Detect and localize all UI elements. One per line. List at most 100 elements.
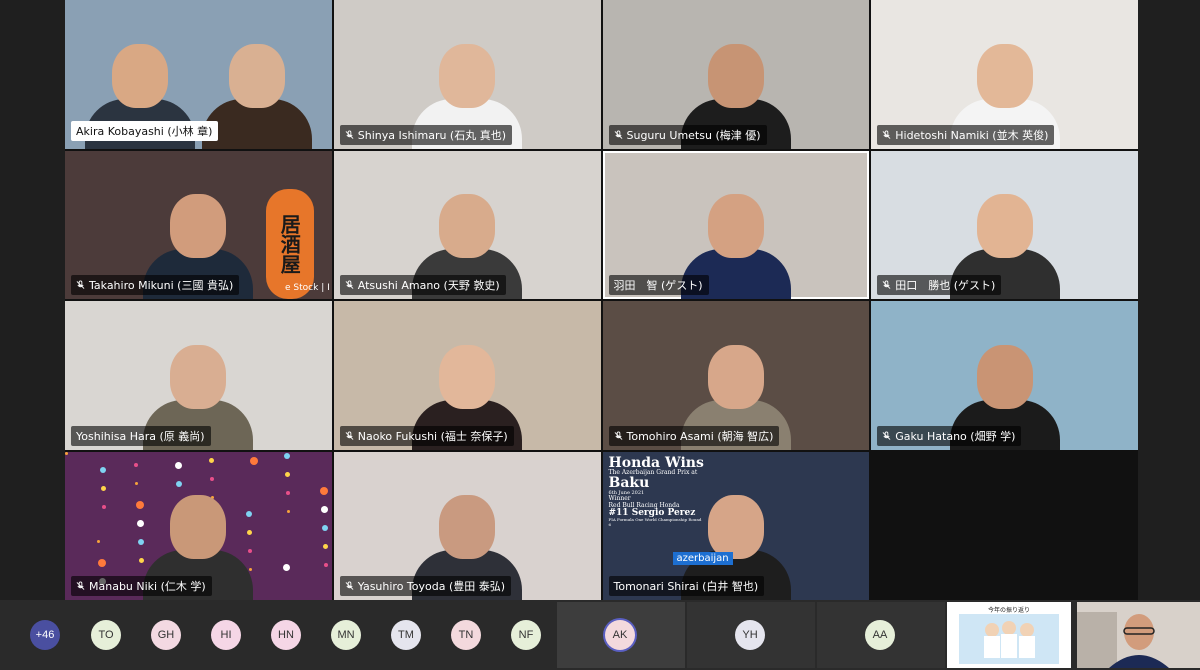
participant-avatar-chip[interactable]: AK — [605, 620, 635, 650]
confetti-dot — [97, 539, 100, 543]
participant-name: Atsushi Amano (天野 敦史) — [357, 279, 500, 292]
participant-name: Takahiro Mikuni (三國 貴弘) — [89, 279, 234, 292]
confetti-dot — [210, 476, 214, 481]
participant-head — [170, 194, 227, 258]
video-tile[interactable]: 田口 勝也 (ゲスト) — [871, 150, 1138, 299]
confetti-dot — [284, 452, 290, 459]
participant-overflow-count[interactable]: +46 — [30, 620, 60, 650]
participant-head — [976, 194, 1033, 258]
participant-name: Yoshihisa Hara (原 義尚) — [76, 429, 205, 443]
participant-name-label: Naoko Fukushi (福士 奈保子) — [339, 425, 514, 446]
video-tile[interactable]: 羽田 智 (ゲスト) — [602, 150, 870, 299]
video-tile[interactable]: Tomonari Shirai (白井 智也) Honda Wins The Aze… — [602, 451, 870, 600]
mic-muted-icon — [882, 280, 891, 289]
video-tile[interactable]: Naoko Fukushi (福士 奈保子) — [333, 301, 601, 450]
confetti-dot — [101, 485, 106, 491]
participant-name: 羽田 智 (ゲスト) — [613, 279, 703, 292]
video-tile[interactable]: Akira Kobayashi (小林 章) — [65, 0, 332, 149]
confetti-dot — [321, 505, 328, 513]
participant-avatar-chip[interactable]: TM — [391, 620, 421, 650]
confetti-dot — [209, 457, 214, 463]
participant-head — [170, 344, 227, 409]
honda-title: Honda Wins — [608, 454, 704, 471]
participant-head — [707, 344, 764, 409]
participant-name-label: Manabu Niki (仁木 学) — [71, 576, 212, 596]
participant-avatar-chip[interactable]: AA — [865, 620, 895, 650]
mic-muted-icon — [76, 280, 85, 289]
participant-name-label: 田口 勝也 (ゲスト) — [877, 275, 1002, 295]
mic-muted-icon — [345, 130, 354, 139]
video-tile[interactable]: Manabu Niki (仁木 学) — [65, 451, 332, 600]
confetti-dot — [135, 481, 138, 485]
video-tile[interactable]: Gaku Hatano (畑野 学) — [871, 301, 1138, 450]
participant-avatar-chip[interactable]: GH — [151, 620, 181, 650]
video-tile[interactable]: Hidetoshi Namiki (並木 英俊) — [871, 0, 1138, 149]
shared-screen-thumbnail[interactable]: 今年の振り返り — [947, 602, 1071, 668]
participant-name-label: Suguru Umetsu (梅津 優) — [608, 124, 767, 145]
participant-head — [229, 43, 286, 108]
video-tile[interactable]: Yoshihisa Hara (原 義尚) — [65, 301, 332, 450]
video-tile[interactable]: Suguru Umetsu (梅津 優) — [602, 0, 870, 149]
participant-avatar-chip[interactable]: YH — [735, 620, 765, 650]
participant-name: Suguru Umetsu (梅津 優) — [626, 128, 761, 142]
participant-head — [439, 194, 496, 258]
participant-head — [707, 495, 764, 559]
participant-name: Manabu Niki (仁木 学) — [89, 580, 206, 593]
self-view-thumbnail[interactable] — [1077, 602, 1200, 668]
confetti-dot — [286, 490, 290, 495]
mic-muted-icon — [614, 130, 622, 139]
participant-name: Shinya Ishimaru (石丸 真也) — [357, 128, 507, 142]
participant-head — [976, 344, 1033, 409]
confetti-dot — [320, 486, 328, 495]
confetti-dot — [176, 480, 182, 487]
participant-name-label: Tomonari Shirai (白井 智也) — [608, 576, 765, 596]
confetti-dot — [283, 563, 290, 571]
participant-name-label: Tomohiro Asami (朝海 智広) — [608, 425, 780, 446]
mic-muted-icon — [882, 431, 891, 440]
participant-name: Gaku Hatano (畑野 学) — [895, 429, 1016, 443]
video-tile[interactable]: Tomohiro Asami (朝海 智広) — [602, 301, 870, 450]
participant-avatar-chip[interactable]: HN — [271, 620, 301, 650]
confetti-dot — [250, 456, 258, 465]
participant-name: Hidetoshi Namiki (並木 英俊) — [895, 128, 1049, 142]
confetti-dot — [100, 466, 106, 473]
confetti-dot — [322, 524, 328, 531]
participant-avatar-chip[interactable]: TN — [451, 620, 481, 650]
participant-name-label: 羽田 智 (ゲスト) — [608, 275, 709, 295]
video-tile[interactable]: Shinya Ishimaru (石丸 真也) — [333, 0, 601, 149]
participant-avatar-chip[interactable]: TO — [91, 620, 121, 650]
shared-screen-illustration — [959, 614, 1059, 664]
participant-name: 田口 勝也 (ゲスト) — [895, 279, 996, 292]
honda-city: Baku — [608, 475, 650, 492]
confetti-dot — [134, 462, 138, 467]
video-tile[interactable]: Atsushi Amano (天野 敦史) — [333, 150, 601, 299]
participant-head — [707, 194, 764, 258]
participant-name: Tomonari Shirai (白井 智也) — [613, 580, 759, 593]
participant-head — [439, 344, 496, 409]
participant-head — [439, 495, 496, 559]
video-tile[interactable]: Yasuhiro Toyoda (豊田 泰弘) — [333, 451, 601, 600]
mic-muted-icon — [614, 431, 622, 440]
participant-bar: +46 今年の振り返り TO GH HI HN MN TM TN NF AK YH AA — [0, 600, 1200, 670]
participant-name-label: Shinya Ishimaru (石丸 真也) — [339, 124, 513, 145]
participant-head — [976, 43, 1033, 108]
confetti-dot — [102, 504, 106, 509]
lantern-decoration: 居酒屋 — [265, 188, 314, 299]
mic-muted-icon — [345, 431, 354, 440]
participant-name: Naoko Fukushi (福士 奈保子) — [357, 429, 508, 443]
participant-name-label: Gaku Hatano (畑野 学) — [877, 425, 1022, 446]
confetti-dot — [65, 451, 68, 455]
participant-name: Yasuhiro Toyoda (豊田 泰弘) — [357, 580, 506, 593]
self-view-video — [1077, 602, 1200, 668]
honda-fia: FIA Formula One World Championship Round… — [608, 517, 702, 527]
participant-avatar-chip[interactable]: NF — [511, 620, 541, 650]
confetti-dot — [324, 562, 328, 567]
participant-name-label: Yasuhiro Toyoda (豊田 泰弘) — [339, 576, 512, 596]
participant-name: Akira Kobayashi (小林 章) — [76, 124, 213, 138]
participant-avatar-chip[interactable]: HI — [211, 620, 241, 650]
participant-head — [170, 495, 227, 559]
mic-muted-icon — [345, 581, 354, 590]
video-tile[interactable]: Takahiro Mikuni (三國 貴弘) 居酒屋 e Stock | I — [65, 150, 332, 299]
participant-avatar-chip[interactable]: MN — [331, 620, 361, 650]
confetti-dot — [285, 471, 290, 477]
